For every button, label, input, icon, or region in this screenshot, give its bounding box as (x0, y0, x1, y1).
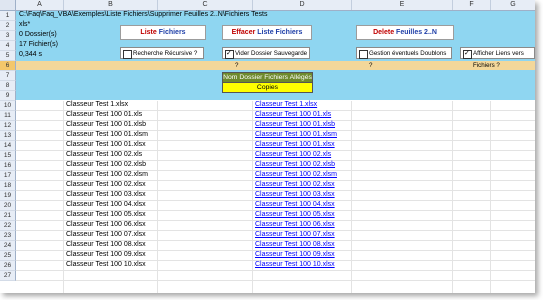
file-name-cell[interactable]: Classeur Test 100 02.xlsb (66, 161, 146, 168)
effacer-label-part1: Effacer (231, 29, 256, 36)
row-header[interactable]: 7 (0, 71, 16, 81)
doublons-checkbox[interactable]: Gestion éventuels Doublons ? (356, 47, 452, 69)
column-header-e[interactable]: E (352, 0, 453, 10)
row-header[interactable]: 3 (0, 31, 16, 41)
liste-label-part2: Fichiers (158, 29, 186, 36)
file-name-cell[interactable]: Classeur Test 1.xlsx (66, 101, 128, 108)
row-gridline (16, 270, 535, 271)
row-header[interactable]: 19 (0, 191, 16, 201)
file-link-cell[interactable]: Classeur Test 100 03.xlsx (255, 191, 335, 198)
row-header[interactable]: 8 (0, 81, 16, 91)
file-name-cell[interactable]: Classeur Test 100 01.xlsx (66, 141, 146, 148)
row-gridline (16, 280, 535, 281)
file-link-cell[interactable]: Classeur Test 100 04.xlsx (255, 201, 335, 208)
effacer-liste-button[interactable]: Effacer Liste Fichiers (222, 25, 312, 40)
vider-dossier-checkbox[interactable]: Vider Dossier Sauvegarde ? (222, 47, 310, 69)
selected-row-6 (16, 61, 535, 70)
file-link-cell[interactable]: Classeur Test 100 09.xlsx (255, 251, 335, 258)
folder-count: 0 Dossier(s) (19, 31, 57, 38)
row-header[interactable]: 12 (0, 121, 16, 131)
file-link-cell[interactable]: Classeur Test 100 10.xlsx (255, 261, 335, 268)
file-name-cell[interactable]: Classeur Test 100 08.xlsx (66, 241, 146, 248)
file-link-cell[interactable]: Classeur Test 100 02.xlsm (255, 171, 337, 178)
column-header-c[interactable]: C (158, 0, 253, 10)
row-header[interactable]: 24 (0, 241, 16, 251)
file-name-cell[interactable]: Classeur Test 100 02.xlsm (66, 171, 148, 178)
file-name-cell[interactable]: Classeur Test 100 05.xlsx (66, 211, 146, 218)
liste-label-part1: Liste (140, 29, 157, 36)
row-header[interactable]: 4 (0, 41, 16, 51)
file-name-cell[interactable]: Classeur Test 100 02.xlsx (66, 181, 146, 188)
file-name-cell[interactable]: Classeur Test 100 01.xlsm (66, 131, 148, 138)
row-header[interactable]: 9 (0, 91, 16, 101)
row-header[interactable]: 18 (0, 181, 16, 191)
row-header[interactable]: 20 (0, 201, 16, 211)
file-count: 17 Fichier(s) (19, 41, 58, 48)
row-header[interactable]: 25 (0, 251, 16, 261)
column-header-d[interactable]: D (253, 0, 352, 10)
elapsed-time: 0,344 s (19, 51, 42, 58)
file-link-cell[interactable]: Classeur Test 100 06.xlsx (255, 221, 335, 228)
liste-fichiers-button[interactable]: Liste Fichiers (120, 25, 206, 40)
file-name-cell[interactable]: Classeur Test 100 01.xls (66, 111, 142, 118)
select-all-corner[interactable] (0, 0, 16, 10)
row-header[interactable]: 10 (0, 101, 16, 111)
file-link-cell[interactable]: Classeur Test 100 01.xlsm (255, 131, 337, 138)
file-name-cell[interactable]: Classeur Test 100 04.xlsx (66, 201, 146, 208)
column-header-b[interactable]: B (64, 0, 158, 10)
column-header-bar: A B C D E F G (0, 0, 535, 11)
file-link-cell[interactable]: Classeur Test 100 01.xls (255, 111, 331, 118)
file-link-cell[interactable]: Classeur Test 1.xlsx (255, 101, 317, 108)
row-header[interactable]: 26 (0, 261, 16, 271)
recursive-search-label: Recherche Récursive ? (133, 50, 198, 57)
row-header[interactable]: 13 (0, 131, 16, 141)
spreadsheet: A B C D E F G 1 2 3 4 5 6 7 8 9 10 11 12 13 14 15 16 17 1… (0, 0, 535, 293)
file-name-cell[interactable]: Classeur Test 100 03.xlsx (66, 191, 146, 198)
folder-path: C:\Faq\Faq_VBA\Exemples\Liste Fichiers\S… (19, 11, 268, 18)
effacer-label-part2: Liste Fichiers (257, 29, 303, 36)
row-header[interactable]: 17 (0, 171, 16, 181)
row-header[interactable]: 11 (0, 111, 16, 121)
row-header[interactable]: 14 (0, 141, 16, 151)
row-header[interactable]: 16 (0, 161, 16, 171)
delete-feuilles-button[interactable]: Delete Feuilles 2..N (356, 25, 454, 40)
copies-cell[interactable]: Copies (222, 82, 313, 93)
file-name-cell[interactable]: Classeur Test 100 07.xlsx (66, 231, 146, 238)
file-name-cell[interactable]: Classeur Test 100 06.xlsx (66, 221, 146, 228)
file-name-cell[interactable]: Classeur Test 100 10.xlsx (66, 261, 146, 268)
file-link-cell[interactable]: Classeur Test 100 08.xlsx (255, 241, 335, 248)
column-header-f[interactable]: F (453, 0, 491, 10)
row-header[interactable]: 1 (0, 11, 16, 21)
row-header[interactable]: 21 (0, 211, 16, 221)
row-header[interactable]: 6 (0, 61, 16, 71)
file-link-cell[interactable]: Classeur Test 100 01.xlsb (255, 121, 335, 128)
file-link-cell[interactable]: Classeur Test 100 07.xlsx (255, 231, 335, 238)
file-name-cell[interactable]: Classeur Test 100 02.xls (66, 151, 142, 158)
checkbox-checked-icon (225, 48, 234, 60)
checkbox-checked-icon (463, 48, 472, 60)
delete-label-part1: Delete (373, 29, 395, 36)
file-link-cell[interactable]: Classeur Test 100 02.xlsb (255, 161, 335, 168)
file-name-cell[interactable]: Classeur Test 100 01.xlsb (66, 121, 146, 128)
delete-label-part2: Feuilles 2..N (396, 29, 437, 36)
checkbox-unchecked-icon (123, 50, 132, 59)
file-link-cell[interactable]: Classeur Test 100 02.xls (255, 151, 331, 158)
file-link-cell[interactable]: Classeur Test 100 02.xlsx (255, 181, 335, 188)
row-header[interactable]: 23 (0, 231, 16, 241)
row-header[interactable]: 27 (0, 271, 16, 281)
recursive-search-checkbox[interactable]: Recherche Récursive ? (120, 47, 204, 59)
file-link-cell[interactable]: Classeur Test 100 05.xlsx (255, 211, 335, 218)
file-name-cell[interactable]: Classeur Test 100 09.xlsx (66, 251, 146, 258)
file-pattern: xls* (19, 21, 31, 28)
column-header-g[interactable]: G (491, 0, 535, 10)
row-header[interactable]: 5 (0, 51, 16, 61)
afficher-liens-checkbox[interactable]: Afficher Liens vers Fichiers ? (460, 47, 535, 69)
row-header[interactable]: 2 (0, 21, 16, 31)
checkbox-unchecked-icon (359, 50, 368, 59)
column-header-a[interactable]: A (16, 0, 64, 10)
row-header[interactable]: 15 (0, 151, 16, 161)
row-header[interactable]: 22 (0, 221, 16, 231)
file-link-cell[interactable]: Classeur Test 100 01.xlsx (255, 141, 335, 148)
